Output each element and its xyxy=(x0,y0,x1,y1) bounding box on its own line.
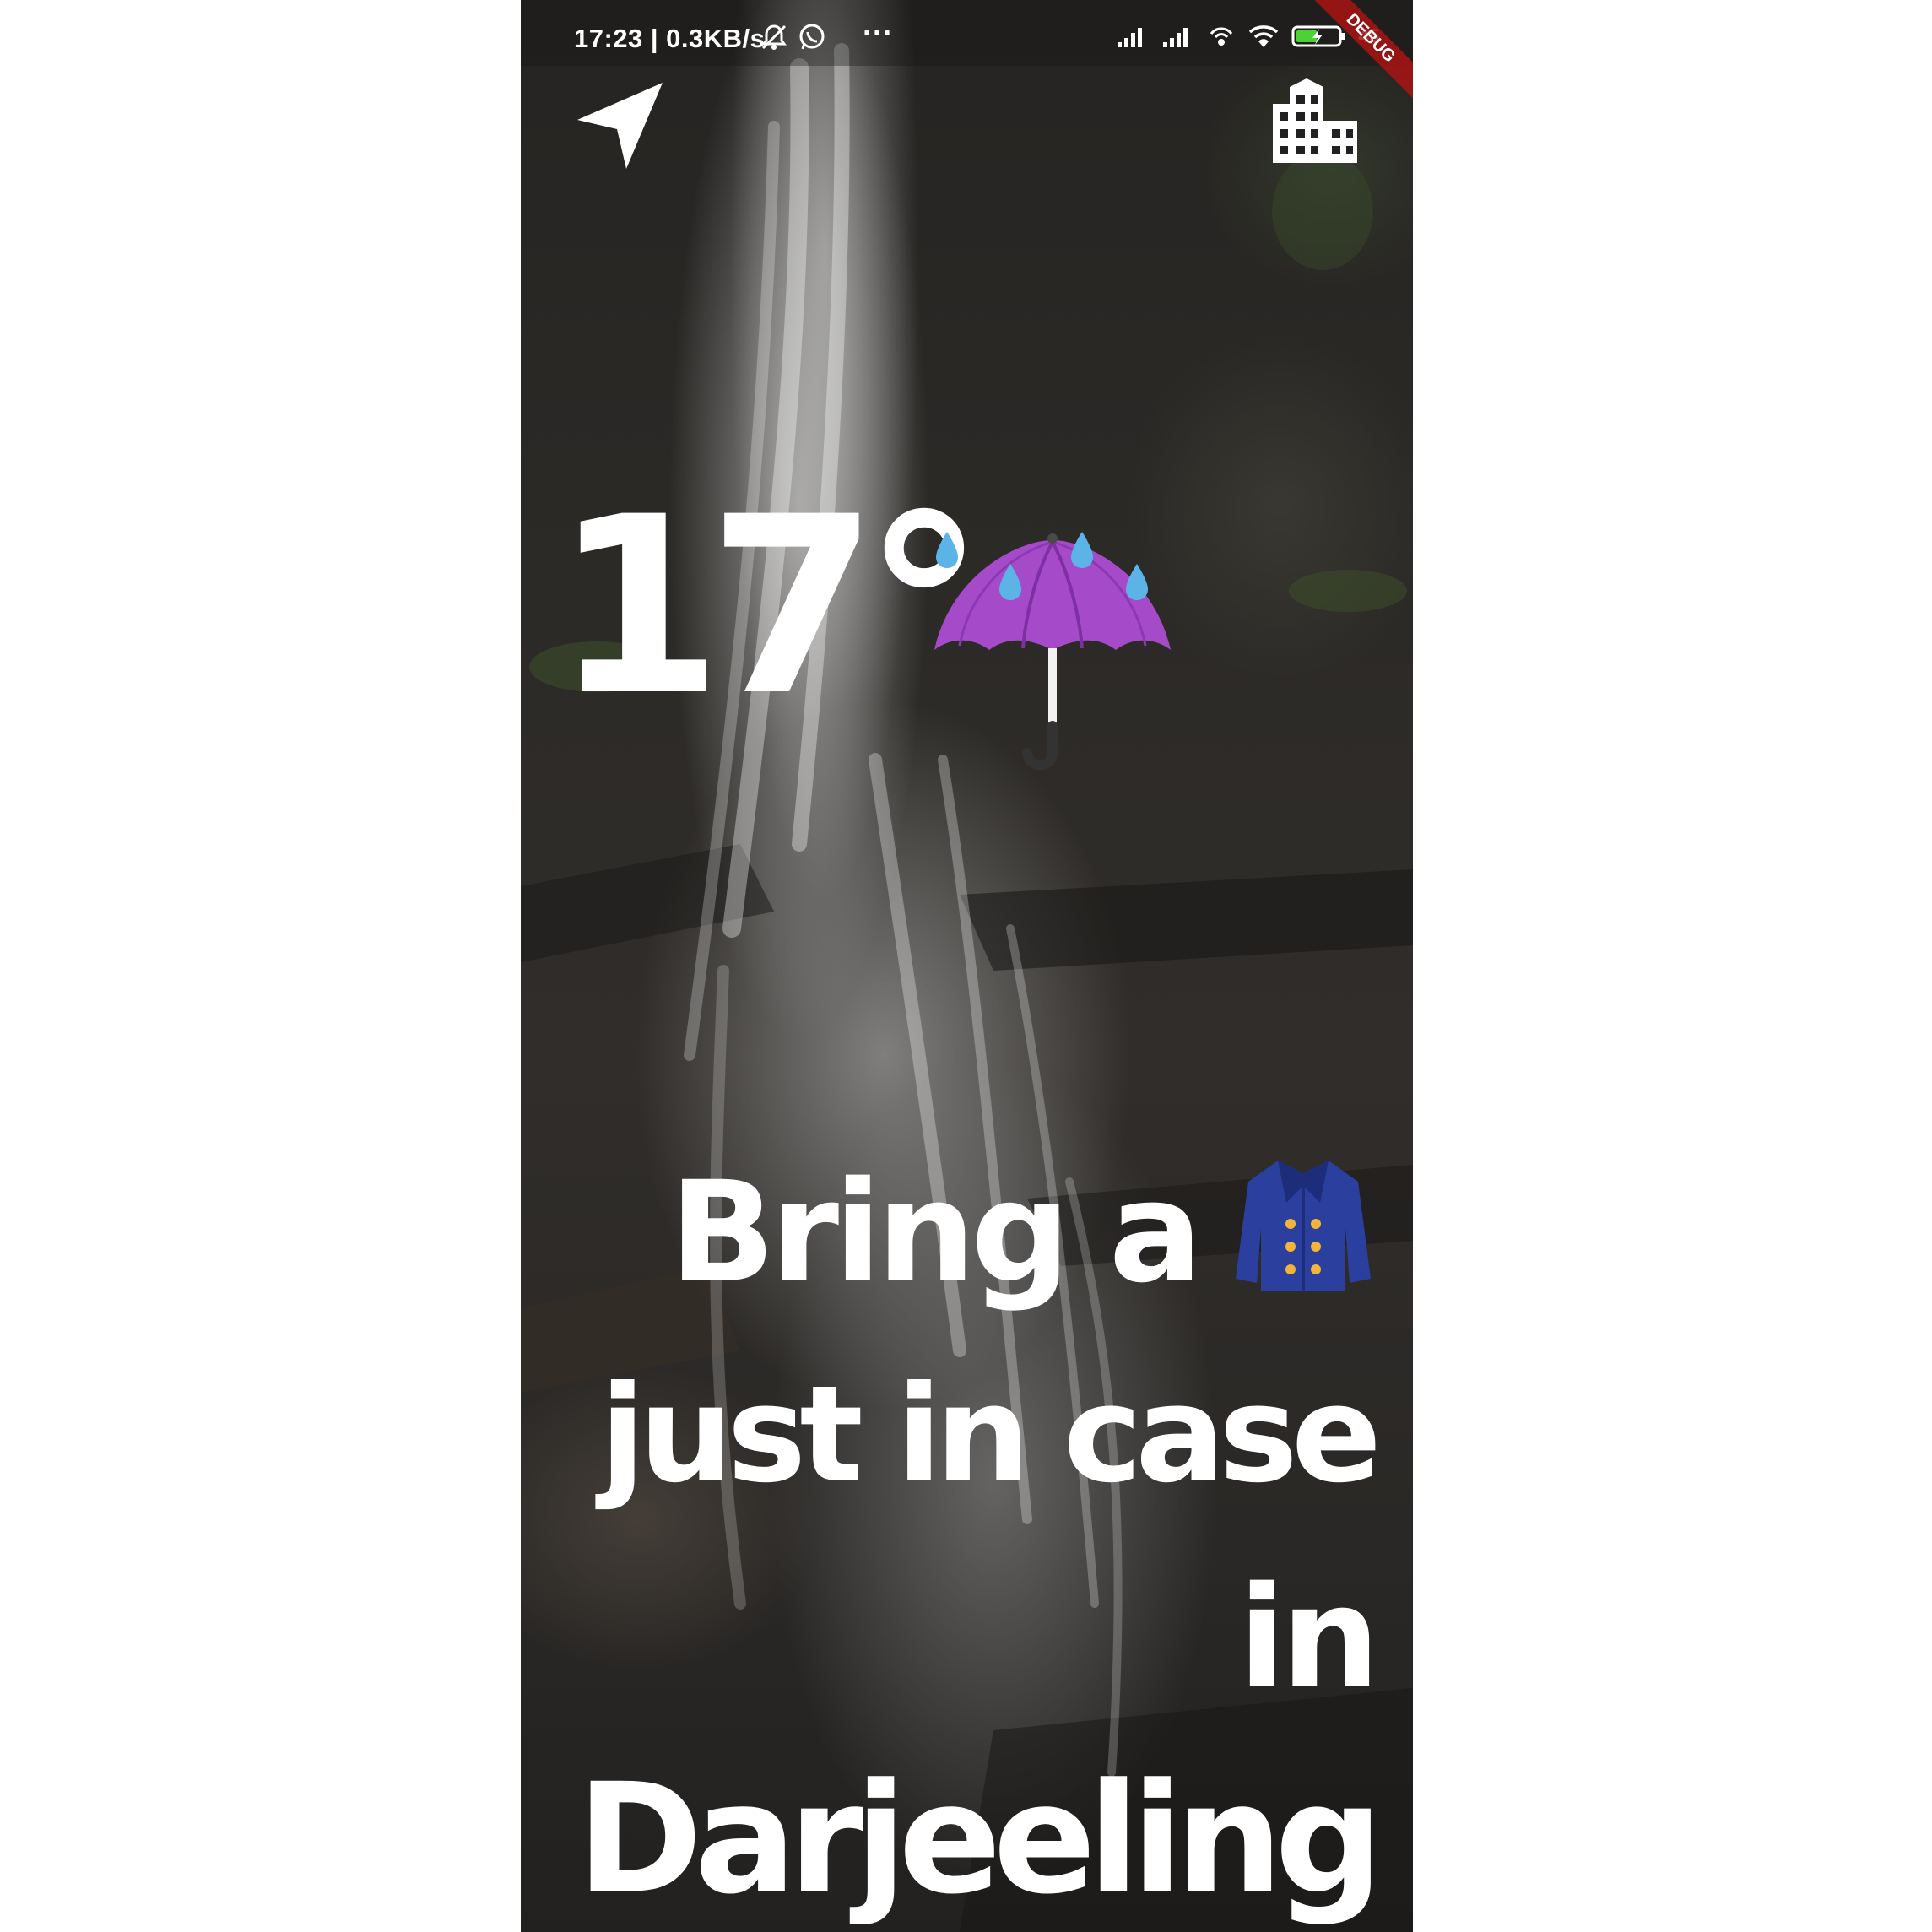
status-bar: 17:23 | 0.3KB/s ··· DEBUG xyxy=(521,0,1413,107)
hotspot-icon xyxy=(1210,27,1232,46)
mute-bell-icon xyxy=(761,24,787,50)
message-line-3: in xyxy=(1237,1556,1380,1718)
message-line-2: just in case xyxy=(599,1357,1382,1513)
location-name: Darjeeling xyxy=(576,1751,1383,1928)
battery-charging-icon xyxy=(1291,25,1345,47)
coat-icon xyxy=(1236,1161,1371,1291)
message-line-1-text: Bring a xyxy=(668,1151,1203,1313)
signal-strength-icon xyxy=(1117,28,1142,47)
umbrella-with-rain-drops-icon xyxy=(934,532,1171,771)
status-notification-icons xyxy=(760,22,827,52)
weather-message: Bring a just in case in Darjeeling xyxy=(531,1131,1383,1932)
message-line-1: Bring a xyxy=(531,1131,1375,1334)
status-time-speed: 17:23 | 0.3KB/s xyxy=(574,24,766,53)
weather-app-screen: 17:23 | 0.3KB/s ··· DEBUG 17° Bring a ju… xyxy=(521,0,1413,1932)
whatsapp-icon xyxy=(799,24,825,50)
status-system-icons: 45 xyxy=(1116,22,1379,51)
signal-strength-icon-2 xyxy=(1162,28,1188,47)
temperature-value: 17° xyxy=(553,465,986,750)
navigation-arrow-icon[interactable] xyxy=(573,80,666,173)
city-building-icon[interactable] xyxy=(1269,74,1361,167)
more-notifications-icon: ··· xyxy=(863,15,893,50)
wifi-icon xyxy=(1248,25,1278,47)
